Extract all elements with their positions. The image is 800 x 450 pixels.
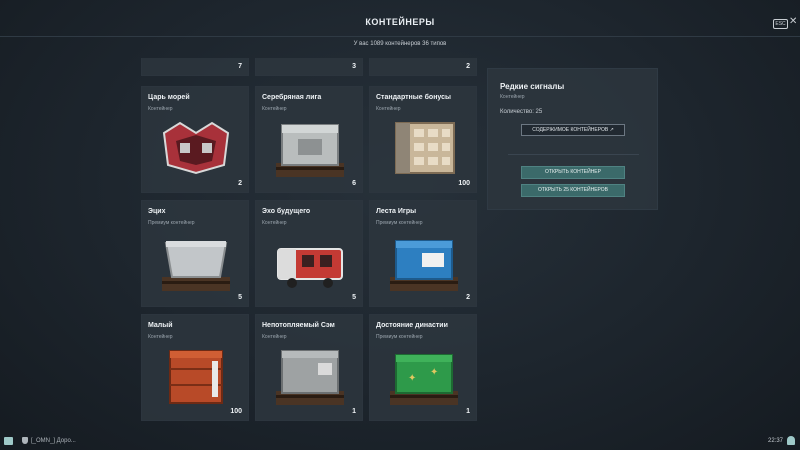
container-name: Стандартные бонусы	[376, 94, 452, 101]
footer-bar: [_OMN_] Доро... 22:37	[0, 433, 800, 450]
container-count: 6	[352, 180, 356, 187]
selected-container-type: Контейнер	[500, 94, 525, 100]
container-type: Премиум контейнер	[376, 334, 423, 340]
container-type: Контейнер	[262, 334, 287, 340]
container-card[interactable]: Царь морей Контейнер 2	[141, 86, 249, 193]
container-name: Достояние династии	[376, 322, 448, 329]
container-name: Серебряная лига	[262, 94, 322, 101]
page-title: КОНТЕЙНЕРЫ	[365, 17, 435, 27]
containers-summary: У вас 1089 контейнеров 36 типов	[353, 41, 447, 47]
container-card[interactable]: Достояние династии Премиум контейнер ✦ ✦…	[369, 314, 477, 421]
container-card[interactable]: Леста Игры Премиум контейнер 2	[369, 200, 477, 307]
container-card-partial[interactable]: 7	[141, 58, 249, 76]
silver-crate-icon	[276, 124, 344, 177]
container-name: Эхо будущего	[262, 208, 311, 215]
container-count: 2	[466, 294, 470, 301]
page-header: КОНТЕЙНЕРЫ ESC ✕	[0, 0, 800, 37]
container-card[interactable]: Эцих Премиум контейнер 5	[141, 200, 249, 307]
open-25-containers-button[interactable]: ОТКРЫТЬ 25 КОНТЕЙНЕРОВ	[521, 184, 625, 197]
svg-text:✦: ✦	[408, 373, 416, 384]
close-icon[interactable]: ✕	[789, 16, 797, 27]
container-count: 1	[352, 408, 356, 415]
container-card-partial[interactable]: 2	[369, 58, 477, 76]
esc-key-hint[interactable]: ESC	[773, 19, 788, 29]
container-name: Непотопляемый Сэм	[262, 322, 335, 329]
container-card[interactable]: Серебряная лига Контейнер 6	[255, 86, 363, 193]
container-details-panel: Редкие сигналы Контейнер Количество: 25 …	[487, 68, 658, 210]
container-type: Контейнер	[148, 334, 173, 340]
tub-container-icon	[162, 241, 230, 291]
container-name: Леста Игры	[376, 208, 417, 215]
container-card[interactable]: Малый Контейнер 100	[141, 314, 249, 421]
selected-container-name: Редкие сигналы	[500, 82, 565, 91]
container-type: Премиум контейнер	[376, 220, 423, 226]
container-count: 2	[238, 180, 242, 187]
clan-shield-icon	[22, 437, 28, 444]
container-card[interactable]: Непотопляемый Сэм Контейнер 1	[255, 314, 363, 421]
divider	[508, 154, 639, 155]
clock: 22:37	[768, 438, 784, 444]
svg-text:✦: ✦	[430, 367, 438, 378]
grey-crate-icon	[276, 350, 344, 405]
container-count: 5	[352, 294, 356, 301]
blue-crate-icon	[390, 240, 458, 291]
selected-container-quantity: Количество: 25	[500, 109, 543, 115]
container-card-partial[interactable]: 3	[255, 58, 363, 76]
container-name: Малый	[148, 322, 173, 329]
container-name: Эцих	[148, 208, 166, 215]
crown-container-icon	[162, 121, 230, 175]
notification-bell-icon[interactable]	[787, 436, 795, 445]
open-container-button[interactable]: ОТКРЫТЬ КОНТЕЙНЕР	[521, 166, 625, 179]
container-count: 7	[238, 63, 242, 70]
small-crate-icon	[169, 350, 223, 404]
container-count: 1	[466, 408, 470, 415]
container-card[interactable]: Стандартные бонусы Контейнер 100	[369, 86, 477, 193]
green-crate-icon: ✦ ✦	[390, 354, 458, 405]
container-contents-button[interactable]: СОДЕРЖИМОЕ КОНТЕЙНЕРОВ ↗	[521, 124, 625, 136]
truck-container-icon	[277, 248, 343, 288]
container-count: 5	[238, 294, 242, 301]
chat-preview[interactable]: [_OMN_] Доро...	[31, 438, 76, 444]
container-type: Контейнер	[148, 106, 173, 112]
container-type: Контейнер	[376, 106, 401, 112]
container-count: 3	[352, 63, 356, 70]
container-type: Контейнер	[262, 106, 287, 112]
container-count: 2	[466, 63, 470, 70]
container-name: Царь морей	[148, 94, 190, 101]
container-count: 100	[458, 180, 470, 187]
container-card[interactable]: Эхо будущего Контейнер 5	[255, 200, 363, 307]
container-type: Контейнер	[262, 220, 287, 226]
drawer-crate-icon	[395, 122, 455, 174]
container-type: Премиум контейнер	[148, 220, 195, 226]
container-count: 100	[230, 408, 242, 415]
chat-icon[interactable]	[4, 437, 13, 445]
containers-grid: 7 3 2 Царь морей Контейнер 2 Серебряная …	[141, 58, 477, 422]
